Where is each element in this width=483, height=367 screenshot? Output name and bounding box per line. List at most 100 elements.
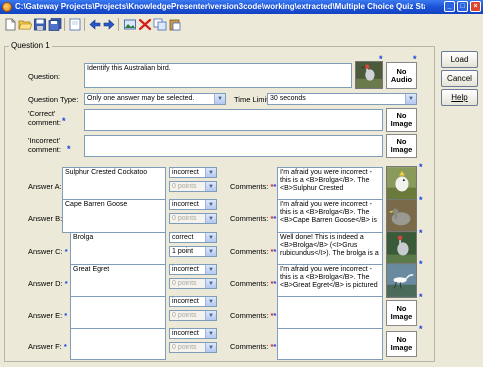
chevron-down-icon: ▼ xyxy=(214,94,225,104)
answer-b-comments-label: Comments: ** xyxy=(230,214,277,223)
next-icon[interactable] xyxy=(102,18,116,31)
chevron-down-icon: ▼ xyxy=(205,265,216,274)
chevron-down-icon: ▼ xyxy=(205,247,216,256)
chevron-down-icon: ▼ xyxy=(205,214,216,223)
answer-f-input[interactable] xyxy=(70,328,166,360)
incorrect-comment-input[interactable] xyxy=(84,135,383,157)
answer-f-label: Answer F: * xyxy=(28,342,67,351)
answer-a-points-value: 0 points xyxy=(172,183,197,190)
answer-e-input[interactable] xyxy=(70,296,166,330)
app-icon xyxy=(2,2,12,12)
answer-c-input[interactable]: Brolga xyxy=(70,232,166,266)
chevron-down-icon: ▼ xyxy=(405,94,416,104)
answer-e-comment-input[interactable] xyxy=(277,296,383,330)
answer-a-comment-input[interactable]: I'm afraid you were incorrect - this is … xyxy=(277,167,383,201)
answer-c-label: Answer C: * xyxy=(28,247,68,256)
chevron-down-icon: ▼ xyxy=(205,311,216,320)
answer-b-status-value: incorrect xyxy=(172,201,199,208)
answer-c-status-value: correct xyxy=(172,234,194,241)
chevron-down-icon: ▼ xyxy=(205,329,216,338)
copy-icon[interactable] xyxy=(153,18,167,31)
chevron-down-icon: ▼ xyxy=(205,233,216,242)
incorrect-comment-label: 'Incorrect' comment: xyxy=(28,136,61,154)
close-button[interactable]: × xyxy=(470,1,481,12)
answer-b-input[interactable]: Cape Barren Goose xyxy=(62,199,166,233)
answer-a-image[interactable] xyxy=(386,166,417,201)
save-all-icon[interactable] xyxy=(48,18,62,31)
toolbar xyxy=(0,14,483,42)
answer-f-points-value: 0 points xyxy=(172,344,197,351)
chevron-down-icon: ▼ xyxy=(205,343,216,352)
chevron-down-icon: ▼ xyxy=(205,200,216,209)
correct-comment-input[interactable] xyxy=(84,109,383,131)
answer-d-input[interactable]: Great Egret xyxy=(70,264,166,298)
minimize-button[interactable]: _ xyxy=(444,1,455,12)
required-star: * xyxy=(67,144,71,154)
toolbar-separator xyxy=(64,18,65,31)
answer-f-comment-input[interactable] xyxy=(277,328,383,360)
answer-e-comments-label: Comments: ** xyxy=(230,311,277,320)
answer-c-status-select[interactable]: correct ▼ xyxy=(169,232,217,243)
answer-f-comments-label: Comments: ** xyxy=(230,342,277,351)
answer-d-status-select[interactable]: incorrect ▼ xyxy=(169,264,217,275)
question-input[interactable]: Identify this Australian bird. xyxy=(84,63,352,88)
answer-a-points-select: 0 points ▼ xyxy=(169,181,217,192)
time-limit-value: 30 seconds xyxy=(270,95,306,102)
answer-d-status-value: incorrect xyxy=(172,266,199,273)
answer-a-status-select[interactable]: incorrect ▼ xyxy=(169,167,217,178)
new-file-icon[interactable] xyxy=(3,18,17,31)
required-star: * xyxy=(379,54,383,64)
delete-icon[interactable] xyxy=(138,18,152,31)
question-image[interactable] xyxy=(355,61,383,89)
answer-d-label: Answer D: * xyxy=(28,279,68,288)
answer-b-status-select[interactable]: incorrect ▼ xyxy=(169,199,217,210)
answer-e-status-select[interactable]: incorrect ▼ xyxy=(169,296,217,307)
time-limit-select[interactable]: 30 seconds ▼ xyxy=(267,93,417,105)
previous-icon[interactable] xyxy=(88,18,102,31)
required-star: * xyxy=(419,195,423,205)
question-type-select[interactable]: Only one answer may be selected. ▼ xyxy=(84,93,226,105)
question-type-label: Question Type: xyxy=(28,95,79,104)
question-label: Question: xyxy=(28,72,61,81)
chevron-down-icon: ▼ xyxy=(205,168,216,177)
answer-c-comments-label: Comments: ** xyxy=(230,247,277,256)
answer-b-label: Answer B: xyxy=(28,214,63,223)
answer-d-comments-label: Comments: ** xyxy=(230,279,277,288)
image-icon[interactable] xyxy=(123,18,137,31)
chevron-down-icon: ▼ xyxy=(205,279,216,288)
answer-b-image[interactable] xyxy=(386,199,417,233)
answer-d-comment-input[interactable]: I'm afraid you were incorrect - this is … xyxy=(277,264,383,298)
answer-e-no-image-button[interactable]: No Image xyxy=(386,300,417,326)
required-star: * xyxy=(62,116,66,126)
answer-e-points-value: 0 points xyxy=(172,312,197,319)
incorrect-no-image-button[interactable]: No Image xyxy=(386,134,417,158)
answer-a-label: Answer A: xyxy=(28,182,62,191)
answer-a-input[interactable]: Sulphur Crested Cockatoo xyxy=(62,167,166,201)
answer-f-status-select[interactable]: incorrect ▼ xyxy=(169,328,217,339)
answer-d-points-select: 0 points ▼ xyxy=(169,278,217,289)
answer-c-comment-input[interactable]: Well done! This is indeed a <B>Brolga</B… xyxy=(277,232,383,266)
required-star: * xyxy=(419,292,423,302)
maximize-button[interactable]: □ xyxy=(457,1,468,12)
required-star: * xyxy=(419,228,423,238)
answer-d-points-value: 0 points xyxy=(172,280,197,287)
blank-page-icon[interactable] xyxy=(68,18,82,31)
correct-no-image-button[interactable]: No Image xyxy=(386,108,417,132)
cancel-button[interactable]: Cancel xyxy=(441,70,478,87)
answer-b-points-select: 0 points ▼ xyxy=(169,213,217,224)
answer-c-points-select[interactable]: 1 point ▼ xyxy=(169,246,217,257)
open-folder-icon[interactable] xyxy=(18,18,32,31)
answer-c-image[interactable] xyxy=(386,231,417,266)
answer-b-comment-input[interactable]: I'm afraid you were incorrect - this is … xyxy=(277,199,383,233)
answer-d-image[interactable] xyxy=(386,263,417,298)
help-button[interactable]: Help xyxy=(441,89,478,106)
question-type-value: Only one answer may be selected. xyxy=(87,95,195,102)
toolbar-separator xyxy=(118,18,119,31)
answer-f-no-image-button[interactable]: No Image xyxy=(386,331,417,357)
title-bar: C:\Gateway Projects\Projects\KnowledgePr… xyxy=(0,0,483,14)
paste-icon[interactable] xyxy=(168,18,182,31)
question-group-label: Question 1 xyxy=(9,41,52,51)
save-icon[interactable] xyxy=(33,18,47,31)
no-audio-button[interactable]: No Audio xyxy=(386,62,417,89)
load-button[interactable]: Load xyxy=(441,51,478,68)
